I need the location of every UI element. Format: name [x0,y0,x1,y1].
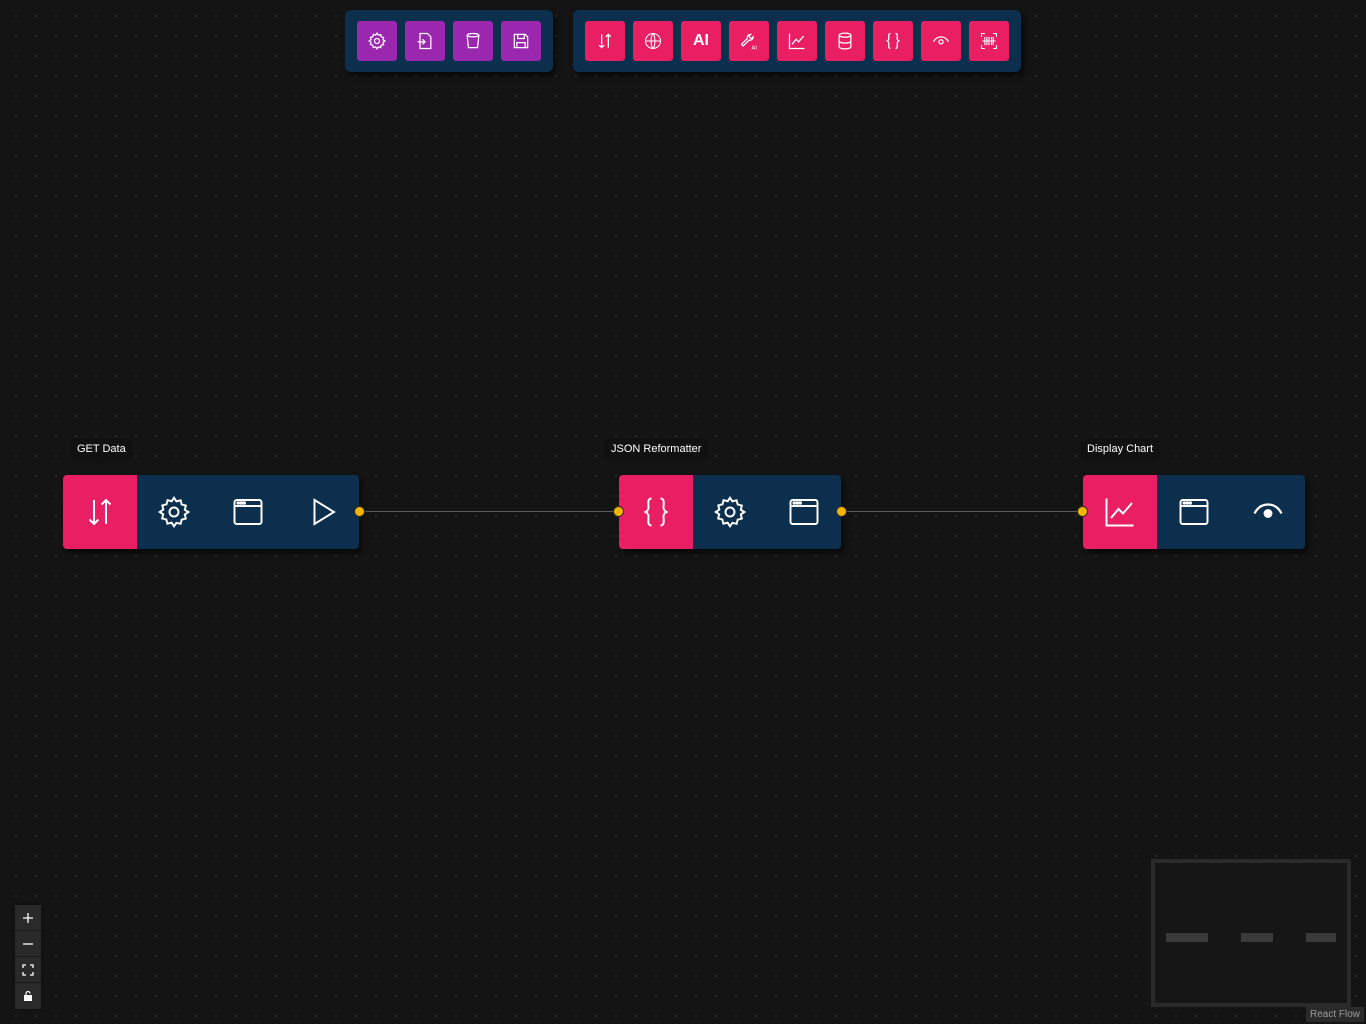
output-handle[interactable] [354,506,365,517]
eye-icon [932,36,950,45]
lock-toggle-button[interactable] [15,983,41,1009]
toolbar-file-actions [345,10,553,72]
window-icon [1179,499,1209,525]
add-json-node-button[interactable] [873,21,913,61]
node-view-button[interactable] [1231,475,1305,549]
edge-json-to-chart[interactable] [842,511,1082,512]
add-database-node-button[interactable] [825,21,865,61]
add-scanner-node-button[interactable] [969,21,1009,61]
edge-get-to-json[interactable] [360,511,619,512]
line-chart-icon [788,33,805,50]
www-globe-icon [644,32,662,50]
node-get-data[interactable] [63,475,365,549]
node-settings-button[interactable] [137,475,211,549]
save-icon [513,33,529,49]
fit-view-icon [22,963,34,976]
fit-view-button[interactable] [15,957,41,983]
node-label-get-data: GET Data [70,438,133,465]
add-web-node-button[interactable] [633,21,673,61]
file-import-icon [417,32,432,50]
sort-arrows-icon [88,498,112,526]
flow-controls [15,905,41,1009]
node-label-display-chart: Display Chart [1080,438,1161,465]
zoom-in-button[interactable] [15,905,41,931]
node-display-chart[interactable] [1077,475,1305,549]
node-run-button[interactable] [285,475,359,549]
barcode-scan-icon [980,32,998,50]
node-output-window-button[interactable] [767,475,841,549]
gear-icon [157,495,191,528]
clear-button[interactable] [453,21,493,61]
input-handle[interactable] [613,506,624,517]
window-icon [789,499,819,525]
node-output-window-button[interactable] [1157,475,1231,549]
database-icon [838,32,852,50]
ai-text-icon: AI [693,32,709,49]
bucket-icon [466,32,480,49]
input-handle[interactable] [1077,506,1088,517]
add-http-request-node-button[interactable] [585,21,625,61]
node-type-cell[interactable] [1083,475,1157,549]
node-type-cell[interactable] [619,475,693,549]
node-label-json-reformatter: JSON Reformatter [604,438,709,465]
window-icon [233,499,263,525]
zoom-in-icon [23,912,33,923]
minimap[interactable] [1151,859,1351,1007]
minimap-node [1306,933,1336,942]
gear-icon [367,31,387,51]
sort-arrows-icon [598,33,612,49]
import-button[interactable] [405,21,445,61]
ai-wrench-icon: AI [740,33,758,51]
zoom-out-icon [23,942,33,945]
attribution-link[interactable]: React Flow [1305,1007,1364,1022]
braces-icon [885,32,901,50]
node-json-reformatter[interactable] [613,475,847,549]
zoom-out-button[interactable] [15,931,41,957]
settings-button[interactable] [357,21,397,61]
line-chart-icon [1105,498,1134,527]
lock-icon [24,990,32,1001]
braces-icon [643,497,669,527]
add-ai-node-button[interactable]: AI [681,21,721,61]
svg-text:AI: AI [752,45,758,51]
toolbar-node-palette: AI AI [573,10,1021,72]
node-output-window-button[interactable] [211,475,285,549]
add-ai-tool-node-button[interactable]: AI [729,21,769,61]
node-settings-button[interactable] [693,475,767,549]
output-handle[interactable] [836,506,847,517]
minimap-node [1241,933,1273,942]
save-button[interactable] [501,21,541,61]
node-type-cell[interactable] [63,475,137,549]
add-chart-node-button[interactable] [777,21,817,61]
gear-icon [713,495,747,528]
play-icon [313,498,336,526]
minimap-node [1166,933,1208,942]
eye-icon [1253,503,1283,518]
add-view-node-button[interactable] [921,21,961,61]
